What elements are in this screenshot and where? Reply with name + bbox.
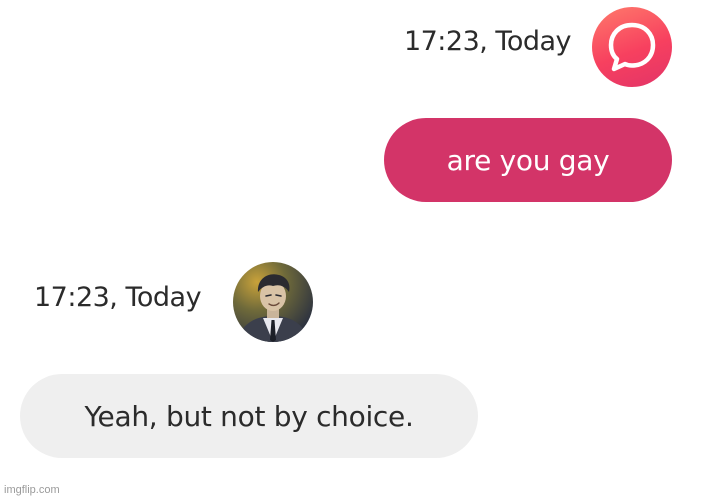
receiver-avatar[interactable] (233, 262, 313, 342)
received-message-text: Yeah, but not by choice. (84, 399, 414, 433)
received-timestamp: 17:23, Today (34, 282, 202, 313)
received-message-bubble[interactable]: Yeah, but not by choice. (20, 374, 478, 458)
watermark: imgflip.com (4, 484, 60, 496)
sender-avatar[interactable] (592, 7, 672, 87)
user-portrait (233, 262, 313, 342)
sent-timestamp: 17:23, Today (403, 26, 572, 57)
sent-message-bubble[interactable]: are you gay (384, 118, 672, 202)
chat-bubble-icon (608, 22, 656, 72)
sent-message-text: are you gay (446, 143, 610, 177)
